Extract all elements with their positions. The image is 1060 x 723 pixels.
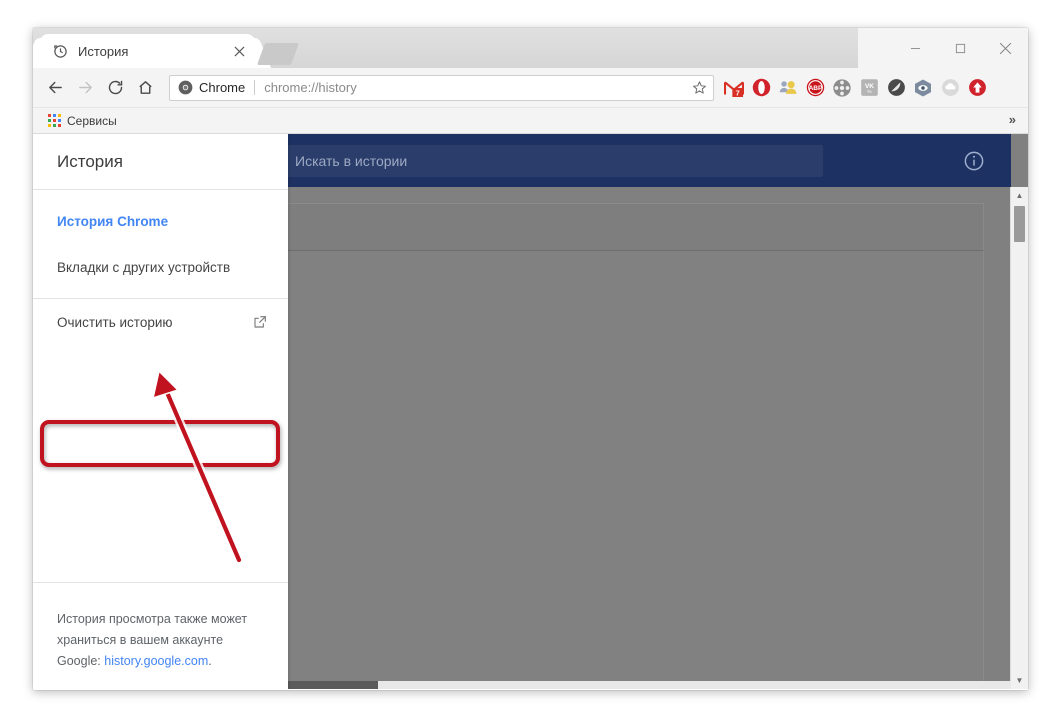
film-reel-extension[interactable] <box>832 78 852 98</box>
chrome-logo-icon <box>178 80 193 95</box>
home-icon[interactable] <box>131 74 159 102</box>
browser-window: История Chrome chrome://history 7 ABP VK… <box>33 28 1028 690</box>
sidebar-item-chrome-history[interactable]: История Chrome <box>33 198 288 244</box>
external-link-icon <box>252 314 268 330</box>
bookmarks-bar: Сервисы » <box>33 108 1028 134</box>
tab-title: История <box>78 43 129 59</box>
opera-extension[interactable] <box>751 78 771 98</box>
adblock-plus-extension[interactable]: ABP <box>805 78 825 98</box>
bookmarks-overflow-icon[interactable]: » <box>1009 112 1016 127</box>
forward-icon <box>71 74 99 102</box>
extension-icons: 7 ABP VK % <box>724 78 987 98</box>
info-circle-icon[interactable] <box>963 150 985 172</box>
omnibox-separator <box>254 80 256 95</box>
close-icon[interactable] <box>231 43 247 59</box>
sidebar-item-label: Вкладки с других устройств <box>57 259 231 275</box>
page-viewport: Искать в истории ▲ ▼ История История Chr… <box>33 134 1028 689</box>
sidebar-item-clear-history[interactable]: Очистить историю <box>33 299 288 345</box>
apps-grid-icon <box>48 114 61 127</box>
svg-text:7: 7 <box>736 88 740 96</box>
search-input[interactable]: Искать в истории <box>283 145 823 177</box>
upload-arrow-extension[interactable] <box>967 78 987 98</box>
history-clock-icon <box>52 43 68 59</box>
sidebar-item-other-devices[interactable]: Вкладки с других устройств <box>33 244 288 290</box>
dark-circle-extension[interactable] <box>886 78 906 98</box>
reload-icon[interactable] <box>101 74 129 102</box>
window-controls <box>893 28 1028 68</box>
omnibox-scheme-label: Chrome <box>199 80 246 95</box>
tab-strip: История <box>33 28 1028 68</box>
scroll-down-arrow[interactable]: ▼ <box>1011 672 1028 689</box>
sidebar-menu: История Chrome Вкладки с других устройст… <box>33 190 288 345</box>
vertical-scroll-thumb[interactable] <box>1014 206 1025 242</box>
bookmark-item-services[interactable]: Сервисы <box>43 112 122 130</box>
page-title: История <box>33 134 288 190</box>
bookmark-label: Сервисы <box>67 113 117 128</box>
address-bar[interactable]: Chrome chrome://history <box>169 74 714 101</box>
vk-extension[interactable]: VK % <box>859 78 879 98</box>
maximize-button[interactable] <box>938 28 983 68</box>
star-icon[interactable] <box>692 80 707 95</box>
browser-tab[interactable]: История <box>40 34 255 68</box>
vertical-scrollbar[interactable]: ▲ ▼ <box>1010 187 1028 689</box>
sidebar-footer: История просмотра также может храниться … <box>33 582 288 672</box>
people-extension[interactable] <box>778 78 798 98</box>
back-icon[interactable] <box>41 74 69 102</box>
svg-text:VK: VK <box>864 83 873 90</box>
search-placeholder: Искать в истории <box>295 153 408 169</box>
svg-text:ABP: ABP <box>808 85 822 92</box>
gmail-extension[interactable]: 7 <box>724 78 744 98</box>
sidebar-item-label: История Chrome <box>57 213 169 229</box>
browser-toolbar: Chrome chrome://history 7 ABP VK % <box>33 68 1028 108</box>
sidebar-item-label: Очистить историю <box>57 314 173 330</box>
scroll-up-arrow[interactable]: ▲ <box>1011 187 1028 204</box>
screenshot-root: История Chrome chrome://history 7 ABP VK… <box>0 0 1060 723</box>
minimize-button[interactable] <box>893 28 938 68</box>
cloud-download-extension[interactable] <box>940 78 960 98</box>
eye-extension[interactable] <box>913 78 933 98</box>
history-sidebar: История История Chrome Вкладки с других … <box>33 134 288 689</box>
close-button[interactable] <box>983 28 1028 68</box>
new-tab-button[interactable] <box>256 43 300 65</box>
google-history-link[interactable]: history.google.com <box>104 654 208 668</box>
sidebar-footer-text-after: . <box>208 654 212 668</box>
omnibox-url: chrome://history <box>264 80 357 95</box>
